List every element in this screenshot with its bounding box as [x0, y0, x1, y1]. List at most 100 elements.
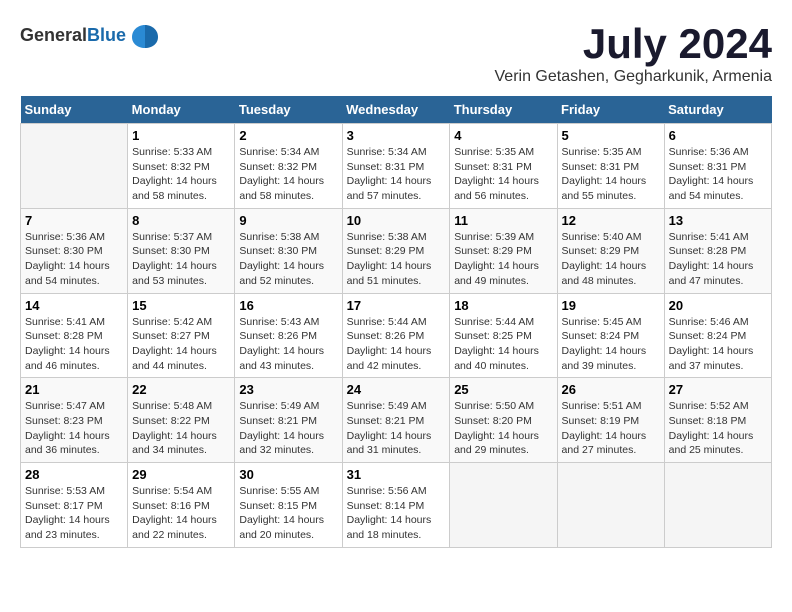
- calendar-cell: 25 Sunrise: 5:50 AMSunset: 8:20 PMDayligh…: [450, 378, 557, 463]
- day-number: 1: [132, 128, 230, 143]
- day-number: 20: [669, 298, 767, 313]
- day-number: 23: [239, 382, 337, 397]
- calendar-week-2: 14 Sunrise: 5:41 AMSunset: 8:28 PMDayligh…: [21, 293, 772, 378]
- day-number: 21: [25, 382, 123, 397]
- day-number: 12: [562, 213, 660, 228]
- calendar-cell: [21, 124, 128, 209]
- calendar-cell: 6Sunrise: 5:36 AMSunset: 8:31 PMDaylight…: [664, 124, 771, 209]
- title-section: July 2024 Verin Getashen, Gegharkunik, A…: [495, 20, 773, 86]
- day-info: Sunrise: 5:54 AMSunset: 8:16 PMDaylight:…: [132, 484, 230, 543]
- calendar-cell: 9Sunrise: 5:38 AMSunset: 8:30 PMDaylight…: [235, 208, 342, 293]
- day-info: Sunrise: 5:34 AMSunset: 8:32 PMDaylight:…: [239, 145, 337, 204]
- day-number: 27: [669, 382, 767, 397]
- logo-blue: Blue: [87, 25, 126, 45]
- logo-general: General: [20, 25, 87, 45]
- day-info: Sunrise: 5:42 AMSunset: 8:27 PMDaylight:…: [132, 315, 230, 374]
- day-info: Sunrise: 5:44 AMSunset: 8:25 PMDaylight:…: [454, 315, 552, 374]
- day-number: 16: [239, 298, 337, 313]
- logo: GeneralBlue: [20, 20, 160, 50]
- day-number: 8: [132, 213, 230, 228]
- day-number: 7: [25, 213, 123, 228]
- day-info: Sunrise: 5:41 AMSunset: 8:28 PMDaylight:…: [25, 315, 123, 374]
- calendar-cell: 11Sunrise: 5:39 AMSunset: 8:29 PMDayligh…: [450, 208, 557, 293]
- day-info: Sunrise: 5:40 AMSunset: 8:29 PMDaylight:…: [562, 230, 660, 289]
- day-info: Sunrise: 5:51 AMSunset: 8:19 PMDaylight:…: [562, 399, 660, 458]
- calendar-cell: 30 Sunrise: 5:55 AMSunset: 8:15 PMDayligh…: [235, 463, 342, 548]
- day-number: 11: [454, 213, 552, 228]
- calendar-cell: 13 Sunrise: 5:41 AMSunset: 8:28 PMDayligh…: [664, 208, 771, 293]
- day-number: 25: [454, 382, 552, 397]
- day-info: Sunrise: 5:45 AMSunset: 8:24 PMDaylight:…: [562, 315, 660, 374]
- calendar-header-friday: Friday: [557, 96, 664, 124]
- calendar-cell: 18 Sunrise: 5:44 AMSunset: 8:25 PMDayligh…: [450, 293, 557, 378]
- calendar-cell: 1 Sunrise: 5:33 AMSunset: 8:32 PMDaylight…: [128, 124, 235, 209]
- day-number: 24: [347, 382, 446, 397]
- calendar-week-1: 7Sunrise: 5:36 AMSunset: 8:30 PMDaylight…: [21, 208, 772, 293]
- calendar-cell: 23Sunrise: 5:49 AMSunset: 8:21 PMDayligh…: [235, 378, 342, 463]
- day-number: 15: [132, 298, 230, 313]
- day-info: Sunrise: 5:43 AMSunset: 8:26 PMDaylight:…: [239, 315, 337, 374]
- calendar-cell: 27 Sunrise: 5:52 AMSunset: 8:18 PMDayligh…: [664, 378, 771, 463]
- day-info: Sunrise: 5:56 AMSunset: 8:14 PMDaylight:…: [347, 484, 446, 543]
- day-info: Sunrise: 5:36 AMSunset: 8:31 PMDaylight:…: [669, 145, 767, 204]
- calendar-cell: 20 Sunrise: 5:46 AMSunset: 8:24 PMDayligh…: [664, 293, 771, 378]
- day-number: 17: [347, 298, 446, 313]
- calendar-header-tuesday: Tuesday: [235, 96, 342, 124]
- day-info: Sunrise: 5:55 AMSunset: 8:15 PMDaylight:…: [239, 484, 337, 543]
- day-number: 5: [562, 128, 660, 143]
- day-number: 31: [347, 467, 446, 482]
- day-number: 22: [132, 382, 230, 397]
- day-info: Sunrise: 5:46 AMSunset: 8:24 PMDaylight:…: [669, 315, 767, 374]
- day-number: 3: [347, 128, 446, 143]
- page-header: GeneralBlue July 2024 Verin Getashen, Ge…: [20, 20, 772, 86]
- calendar-cell: 21 Sunrise: 5:47 AMSunset: 8:23 PMDayligh…: [21, 378, 128, 463]
- day-info: Sunrise: 5:48 AMSunset: 8:22 PMDaylight:…: [132, 399, 230, 458]
- day-info: Sunrise: 5:35 AMSunset: 8:31 PMDaylight:…: [454, 145, 552, 204]
- calendar-cell: 14 Sunrise: 5:41 AMSunset: 8:28 PMDayligh…: [21, 293, 128, 378]
- calendar-cell: 3 Sunrise: 5:34 AMSunset: 8:31 PMDaylight…: [342, 124, 450, 209]
- calendar-header-wednesday: Wednesday: [342, 96, 450, 124]
- day-number: 28: [25, 467, 123, 482]
- day-info: Sunrise: 5:49 AMSunset: 8:21 PMDaylight:…: [347, 399, 446, 458]
- day-info: Sunrise: 5:38 AMSunset: 8:29 PMDaylight:…: [347, 230, 446, 289]
- day-number: 19: [562, 298, 660, 313]
- calendar-cell: 19 Sunrise: 5:45 AMSunset: 8:24 PMDayligh…: [557, 293, 664, 378]
- day-number: 2: [239, 128, 337, 143]
- day-number: 13: [669, 213, 767, 228]
- calendar-cell: 5 Sunrise: 5:35 AMSunset: 8:31 PMDaylight…: [557, 124, 664, 209]
- day-number: 30: [239, 467, 337, 482]
- calendar-cell: 4 Sunrise: 5:35 AMSunset: 8:31 PMDaylight…: [450, 124, 557, 209]
- calendar-cell: 12 Sunrise: 5:40 AMSunset: 8:29 PMDayligh…: [557, 208, 664, 293]
- day-info: Sunrise: 5:52 AMSunset: 8:18 PMDaylight:…: [669, 399, 767, 458]
- calendar-cell: [557, 463, 664, 548]
- day-info: Sunrise: 5:35 AMSunset: 8:31 PMDaylight:…: [562, 145, 660, 204]
- day-number: 18: [454, 298, 552, 313]
- location-title: Verin Getashen, Gegharkunik, Armenia: [495, 68, 773, 86]
- logo-icon: [130, 20, 160, 50]
- calendar-cell: 26 Sunrise: 5:51 AMSunset: 8:19 PMDayligh…: [557, 378, 664, 463]
- calendar-header-thursday: Thursday: [450, 96, 557, 124]
- day-info: Sunrise: 5:37 AMSunset: 8:30 PMDaylight:…: [132, 230, 230, 289]
- calendar-cell: 8 Sunrise: 5:37 AMSunset: 8:30 PMDaylight…: [128, 208, 235, 293]
- calendar-cell: 28Sunrise: 5:53 AMSunset: 8:17 PMDayligh…: [21, 463, 128, 548]
- day-info: Sunrise: 5:44 AMSunset: 8:26 PMDaylight:…: [347, 315, 446, 374]
- calendar-cell: 15 Sunrise: 5:42 AMSunset: 8:27 PMDayligh…: [128, 293, 235, 378]
- day-info: Sunrise: 5:47 AMSunset: 8:23 PMDaylight:…: [25, 399, 123, 458]
- day-number: 29: [132, 467, 230, 482]
- day-info: Sunrise: 5:33 AMSunset: 8:32 PMDaylight:…: [132, 145, 230, 204]
- day-info: Sunrise: 5:50 AMSunset: 8:20 PMDaylight:…: [454, 399, 552, 458]
- calendar-cell: [450, 463, 557, 548]
- calendar-table: SundayMondayTuesdayWednesdayThursdayFrid…: [20, 96, 772, 548]
- calendar-header-monday: Monday: [128, 96, 235, 124]
- day-number: 26: [562, 382, 660, 397]
- day-info: Sunrise: 5:41 AMSunset: 8:28 PMDaylight:…: [669, 230, 767, 289]
- calendar-week-0: 1 Sunrise: 5:33 AMSunset: 8:32 PMDaylight…: [21, 124, 772, 209]
- day-number: 10: [347, 213, 446, 228]
- day-number: 9: [239, 213, 337, 228]
- month-title: July 2024: [495, 20, 773, 68]
- calendar-cell: 31 Sunrise: 5:56 AMSunset: 8:14 PMDayligh…: [342, 463, 450, 548]
- day-number: 4: [454, 128, 552, 143]
- day-info: Sunrise: 5:34 AMSunset: 8:31 PMDaylight:…: [347, 145, 446, 204]
- day-number: 14: [25, 298, 123, 313]
- calendar-week-3: 21 Sunrise: 5:47 AMSunset: 8:23 PMDayligh…: [21, 378, 772, 463]
